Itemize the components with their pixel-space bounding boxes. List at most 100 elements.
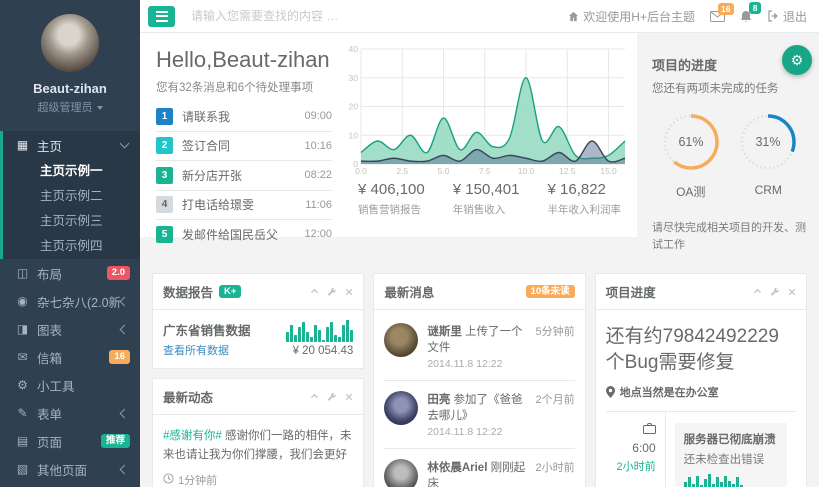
- spark-bar: [728, 481, 731, 487]
- latest-activity-panel: 最新动态 #感谢有你# 感谢你们一路的相伴，未来也请让我为你们撑腰，我们会更好1…: [152, 378, 364, 487]
- collapse-icon[interactable]: [310, 287, 319, 296]
- sidebar-item-layout[interactable]: ◫布局2.0: [0, 259, 140, 287]
- message-author[interactable]: 谜斯里: [427, 326, 462, 338]
- report-sparkline: [286, 320, 353, 342]
- spark-bar: [684, 482, 687, 487]
- messages-icon-button[interactable]: 16: [710, 11, 725, 22]
- sidebar-subitem-2[interactable]: 主页示例二: [3, 184, 140, 209]
- message-item[interactable]: 谜斯里 上传了一个文件5分钟前 2014.11.8 12:22: [384, 320, 574, 381]
- spark-bar: [350, 330, 353, 342]
- close-icon[interactable]: [345, 393, 353, 401]
- timeline-entry-text: 还未检查出错误: [684, 451, 778, 467]
- message-text: 谜斯里 上传了一个文件: [427, 323, 529, 355]
- hashtag-link[interactable]: #感谢有你#: [163, 430, 225, 442]
- sidebar-item-home[interactable]: ▦主页: [3, 131, 140, 159]
- spark-bar: [724, 476, 727, 487]
- close-icon[interactable]: [788, 288, 796, 296]
- avatar[interactable]: [384, 459, 418, 487]
- user-role-dropdown[interactable]: 超级管理员: [0, 99, 140, 115]
- timeline-ago: 2小时前: [606, 458, 656, 474]
- sidebar-item-widgets[interactable]: ⚙ 小工具: [0, 371, 140, 399]
- todo-item[interactable]: 5发邮件给国民岳父12:00: [156, 220, 332, 249]
- svg-text:20: 20: [349, 102, 359, 112]
- todo-label: 签订合同: [182, 137, 295, 154]
- spark-bar: [688, 477, 691, 487]
- todo-item[interactable]: 3新分店开张08:22: [156, 161, 332, 191]
- sidebar-item-label: 小工具: [37, 376, 130, 395]
- sidebar-toggle-button[interactable]: [148, 6, 175, 27]
- message-date: 2014.11.8 12:22: [427, 358, 574, 370]
- sidebar-item-forms[interactable]: ✎表单: [0, 399, 140, 427]
- message-author[interactable]: 林依晨Ariel: [427, 462, 487, 474]
- spark-bar: [716, 477, 719, 487]
- view-all-data-link[interactable]: 查看所有数据: [163, 342, 229, 358]
- welcome-panel: Hello,Beaut-zihan 您有32条消息和6个待处理事项 1请联系我0…: [140, 33, 637, 237]
- sidebar-subitem-4[interactable]: 主页示例四: [3, 234, 140, 259]
- globe-icon: ◉: [14, 294, 31, 308]
- sidebar-item-charts[interactable]: ◨图表: [0, 315, 140, 343]
- todo-time: 09:00: [304, 110, 332, 122]
- close-icon[interactable]: [345, 288, 353, 296]
- wrench-icon[interactable]: [327, 392, 337, 402]
- welcome-subtitle: 您有32条消息和6个待处理事项: [156, 79, 332, 95]
- briefcase-icon: [643, 423, 656, 437]
- svg-text:10.0: 10.0: [518, 166, 535, 176]
- avatar[interactable]: [384, 391, 418, 425]
- todo-badge: 4: [156, 196, 173, 213]
- grid-icon: ▦: [14, 138, 31, 152]
- donut-label: OA测: [659, 183, 723, 200]
- data-report-title: 数据报告: [163, 282, 213, 301]
- logout-button[interactable]: 退出: [767, 8, 807, 25]
- chevron-left-icon: [120, 408, 130, 418]
- todo-label: 新分店开张: [182, 167, 295, 184]
- todo-item[interactable]: 2签订合同10:16: [156, 132, 332, 162]
- sidebar-item-misc[interactable]: ◉杂七杂八(2.0新增): [0, 287, 140, 315]
- collapse-icon[interactable]: [753, 287, 762, 296]
- welcome-text: 欢迎使用H+后台主题: [568, 8, 695, 25]
- settings-gear-button[interactable]: ⚙: [782, 45, 812, 75]
- message-ago: 5分钟前: [536, 323, 575, 355]
- svg-text:7.5: 7.5: [479, 166, 491, 176]
- widget-icon: ⚙: [14, 378, 31, 392]
- todo-item[interactable]: 1请联系我09:00: [156, 102, 332, 132]
- message-item[interactable]: 林依晨Ariel 刚刚起床2小时前2014.11.8 12:22: [384, 449, 574, 487]
- wrench-icon[interactable]: [327, 287, 337, 297]
- data-report-panel: 数据报告 K+ 广东省销售数据 查看所有数据 ¥ 20 054.43: [152, 273, 364, 369]
- sales-area-chart: 0.02.55.07.510.012.515.0010203040: [344, 45, 627, 177]
- clock-icon: [163, 472, 174, 487]
- search-input[interactable]: [189, 8, 568, 24]
- sidebar-item-label: 图表: [37, 320, 121, 339]
- data-report-badge: K+: [219, 285, 241, 299]
- spark-bar: [346, 320, 349, 342]
- message-author[interactable]: 田亮: [427, 394, 450, 406]
- donut-label: CRM: [736, 183, 800, 197]
- message-text: 林依晨Ariel 刚刚起床: [427, 459, 529, 487]
- todo-item[interactable]: 4打电话给璟雯11:06: [156, 191, 332, 221]
- sidebar-subitem-3[interactable]: 主页示例三: [3, 209, 140, 234]
- copy-icon: ▧: [14, 462, 31, 476]
- svg-text:15.0: 15.0: [600, 166, 617, 176]
- panel-tools: [753, 287, 796, 297]
- post-time: 1分钟前: [178, 472, 217, 487]
- sidebar-item-label: 布局: [37, 264, 107, 283]
- sidebar: Beaut-zihan 超级管理员 ▦主页主页示例一主页示例二主页示例三主页示例…: [0, 0, 140, 487]
- avatar[interactable]: [384, 323, 418, 357]
- avatar[interactable]: [41, 14, 99, 72]
- sidebar-item-ui-elements[interactable]: ◈UI元素: [0, 483, 140, 487]
- message-item[interactable]: 田亮 参加了《爸爸去哪儿》2个月前2014.11.8 12:22: [384, 381, 574, 449]
- notifications-icon-button[interactable]: 8: [740, 10, 752, 23]
- latest-messages-title: 最新消息: [384, 282, 434, 301]
- sidebar-subitem-1[interactable]: 主页示例一: [3, 159, 140, 184]
- collapse-icon[interactable]: [310, 392, 319, 401]
- sidebar-item-mailbox[interactable]: ✉信箱16: [0, 343, 140, 371]
- wrench-icon[interactable]: [770, 287, 780, 297]
- spark-bar: [286, 332, 289, 342]
- sidebar-item-other-pages[interactable]: ▧其他页面: [0, 455, 140, 483]
- notifications-badge: 8: [749, 2, 761, 15]
- latest-activity-title: 最新动态: [163, 387, 213, 406]
- stat-label: 销售营销报告: [358, 202, 425, 217]
- svg-text:2.5: 2.5: [396, 166, 408, 176]
- progress-donut: 31%CRM: [736, 110, 800, 200]
- timeline-entry-title: 服务器已彻底崩溃: [684, 431, 778, 447]
- sidebar-item-pages[interactable]: ▤页面推荐: [0, 427, 140, 455]
